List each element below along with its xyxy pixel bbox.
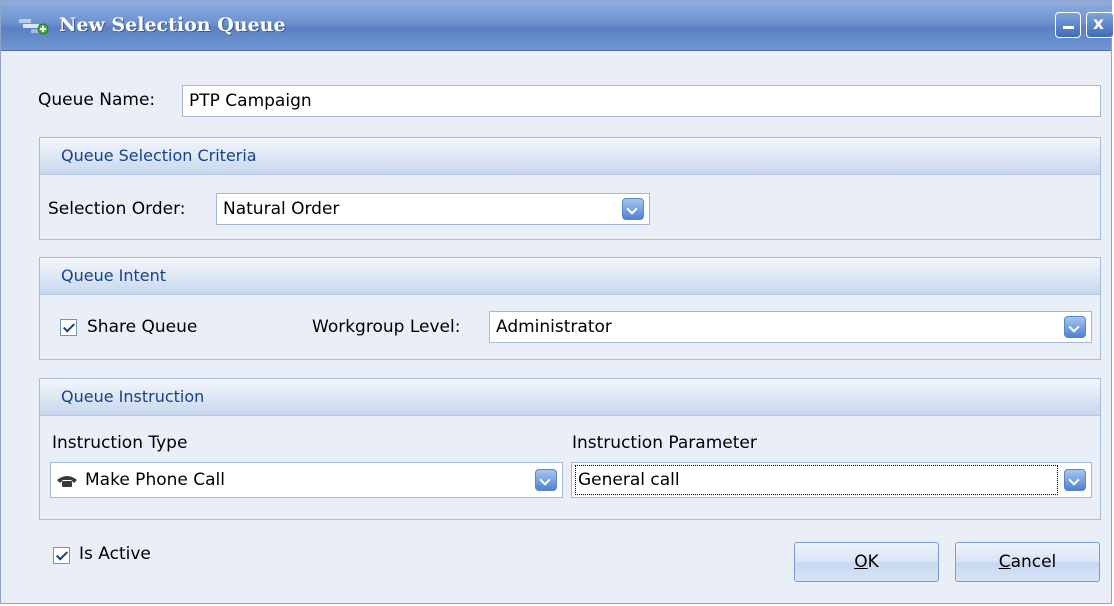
selection-order-select[interactable]: Natural Order xyxy=(216,193,650,225)
instruction-type-label: Instruction Type xyxy=(52,433,188,453)
queue-intent-group: Queue Intent xyxy=(39,257,1101,360)
instruction-parameter-value: General call xyxy=(578,470,680,490)
ok-label-rest: K xyxy=(867,552,879,572)
group-header: Queue Intent xyxy=(40,258,1100,295)
minimize-button[interactable] xyxy=(1055,12,1081,38)
cancel-button[interactable]: Cancel xyxy=(955,542,1100,582)
group-header: Queue Instruction xyxy=(40,379,1100,416)
queue-name-label: Queue Name: xyxy=(38,90,156,110)
is-active-checkbox[interactable] xyxy=(53,547,70,564)
selection-order-label: Selection Order: xyxy=(48,199,186,219)
close-icon: x xyxy=(1093,14,1104,34)
is-active-label: Is Active xyxy=(79,544,151,564)
selection-order-value: Natural Order xyxy=(223,199,340,219)
group-header-title: Queue Intent xyxy=(61,266,167,285)
minimize-icon xyxy=(1063,26,1074,29)
ok-mnemonic: O xyxy=(854,552,868,572)
queue-name-input[interactable]: PTP Campaign xyxy=(182,85,1101,117)
chevron-down-icon[interactable] xyxy=(1064,316,1086,338)
group-header-title: Queue Selection Criteria xyxy=(61,146,257,165)
instruction-type-select[interactable]: Make Phone Call xyxy=(50,462,563,498)
phone-icon xyxy=(57,476,77,487)
ok-button[interactable]: OK xyxy=(794,542,939,582)
workgroup-level-value: Administrator xyxy=(496,317,612,337)
group-header: Queue Selection Criteria xyxy=(40,138,1100,175)
chevron-down-icon[interactable] xyxy=(622,198,644,220)
group-header-title: Queue Instruction xyxy=(61,387,205,406)
title-bar[interactable]: New Selection Queue x xyxy=(1,1,1114,51)
chevron-down-icon[interactable] xyxy=(535,469,557,491)
instruction-parameter-label: Instruction Parameter xyxy=(572,433,757,453)
close-button[interactable]: x xyxy=(1086,12,1114,38)
window-title: New Selection Queue xyxy=(59,14,286,36)
share-queue-checkbox[interactable] xyxy=(60,319,77,336)
instruction-parameter-select[interactable]: General call xyxy=(571,462,1092,498)
queue-instruction-group: Queue Instruction xyxy=(39,378,1101,520)
workgroup-level-select[interactable]: Administrator xyxy=(489,311,1092,343)
cancel-label-rest: ancel xyxy=(1010,552,1057,572)
cancel-mnemonic: C xyxy=(998,552,1011,572)
instruction-type-value: Make Phone Call xyxy=(85,470,225,490)
queue-app-icon xyxy=(19,19,49,35)
workgroup-level-label: Workgroup Level: xyxy=(312,317,461,337)
chevron-down-icon[interactable] xyxy=(1064,469,1086,491)
share-queue-label: Share Queue xyxy=(87,317,198,337)
new-selection-queue-dialog: New Selection Queue x Queue Name: PTP Ca… xyxy=(0,0,1114,604)
